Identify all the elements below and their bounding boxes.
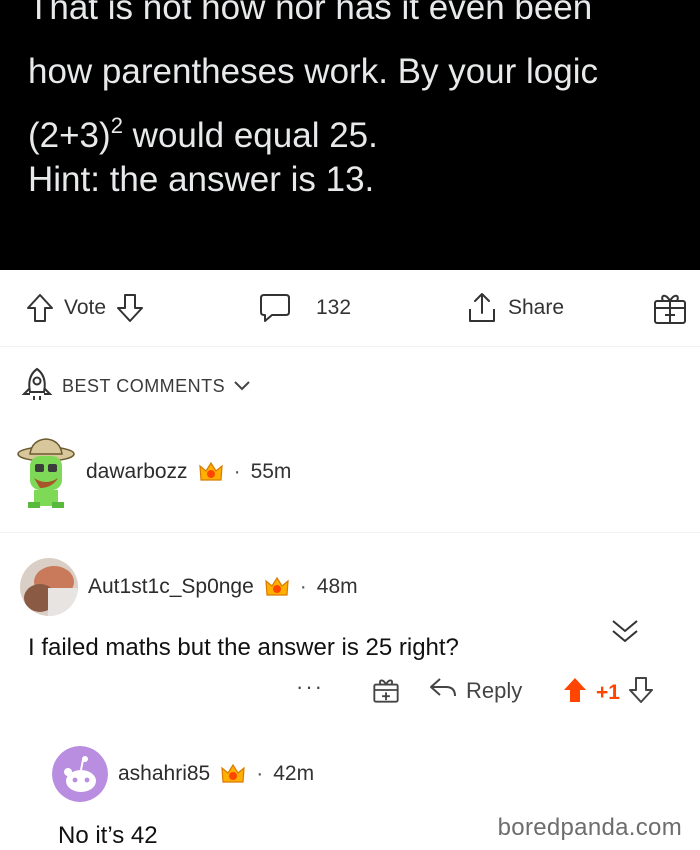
reply-arrow-icon	[428, 676, 458, 706]
comment-bubble-icon	[258, 292, 292, 324]
divider	[0, 532, 700, 533]
user-flair-icon	[198, 461, 223, 481]
timestamp: 48m	[316, 575, 358, 598]
more-options-button[interactable]: ···	[296, 674, 324, 700]
post-action-bar: Vote 132 Share	[0, 270, 700, 346]
timestamp: 55m	[250, 460, 292, 483]
comments-count: 132	[316, 296, 352, 319]
vote-group: +1	[562, 676, 654, 710]
award-icon	[652, 290, 688, 326]
share-label: Share	[508, 296, 565, 319]
comment-action-bar: ··· Reply +1	[0, 670, 700, 714]
reply-button[interactable]: Reply	[428, 676, 522, 706]
chevron-down-icon	[233, 376, 251, 397]
comment-body: No it’s 42	[58, 822, 158, 849]
username[interactable]: dawarbozz	[86, 460, 188, 484]
share-icon	[466, 291, 498, 325]
gift-icon[interactable]	[372, 676, 400, 704]
separator-dot: ·	[233, 460, 241, 483]
vote-group: Vote	[26, 290, 144, 326]
award-button[interactable]	[652, 290, 688, 326]
share-button[interactable]: Share	[466, 290, 564, 326]
separator-dot: ·	[299, 575, 307, 598]
rocket-sort-icon	[20, 366, 54, 407]
tweet-image: That is not how nor has it even been how…	[0, 0, 700, 270]
comment-header: ashahri85 · 42m	[52, 746, 314, 802]
watermark: boredpanda.com	[497, 814, 682, 841]
comment-body: I failed maths but the answer is 25 righ…	[28, 634, 459, 661]
arrow-down-icon[interactable]	[116, 293, 144, 323]
user-flair-icon	[221, 763, 245, 783]
comments-button[interactable]: 132	[258, 290, 351, 326]
comment-header: Aut1st1c_Sp0nge · 48m	[20, 558, 358, 616]
vote-label: Vote	[64, 296, 107, 319]
username[interactable]: ashahri85	[118, 762, 210, 786]
tweet-line-3-sup: 2	[110, 113, 123, 138]
username[interactable]: Aut1st1c_Sp0nge	[88, 575, 254, 599]
comment-header: dawarbozz · 55m	[16, 434, 291, 510]
sort-label: BEST COMMENTS	[62, 376, 226, 396]
tweet-line-4: Hint: the answer is 13.	[28, 160, 375, 199]
comment-score: +1	[596, 681, 620, 704]
upvote-filled-icon[interactable]	[562, 676, 588, 710]
tweet-line-3-pre: (2+3)	[28, 116, 111, 155]
tweet-line-2: how parentheses work. By your logic	[28, 52, 598, 91]
tweet-line-1: That is not how nor has it even been	[28, 0, 593, 27]
separator-dot: ·	[256, 762, 264, 785]
arrow-up-icon[interactable]	[26, 293, 54, 323]
downvote-icon[interactable]	[628, 676, 654, 710]
avatar[interactable]	[52, 746, 108, 802]
collapse-chevron-icon[interactable]	[610, 616, 640, 651]
avatar[interactable]	[20, 558, 78, 616]
sort-dropdown[interactable]: BEST COMMENTS	[20, 366, 251, 407]
timestamp: 42m	[273, 762, 315, 785]
divider	[0, 346, 700, 347]
tweet-line-3-post: would equal 25.	[122, 116, 378, 155]
reply-label: Reply	[466, 678, 523, 703]
tweet-line-3: (2+3)2 would equal 25.	[28, 106, 378, 156]
user-flair-icon	[265, 576, 289, 596]
avatar[interactable]	[16, 434, 76, 510]
